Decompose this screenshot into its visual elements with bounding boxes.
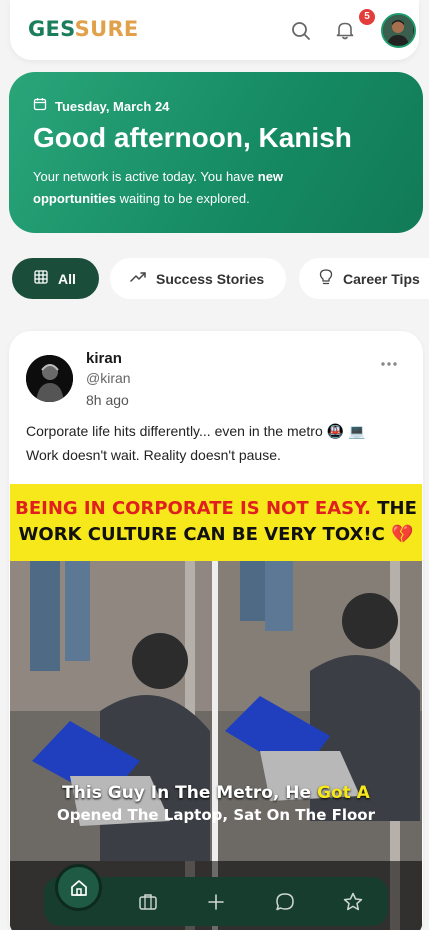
post-author-name[interactable]: kiran (86, 350, 122, 367)
banner-red-text: BEING IN CORPORATE IS NOT EASY. (15, 498, 371, 519)
filter-chip-career-tips[interactable]: Career Tips (299, 258, 429, 299)
filter-chips: All Success Stories Career Tips (12, 258, 429, 299)
chat-icon[interactable] (274, 891, 296, 913)
home-icon[interactable] (55, 864, 102, 911)
logo-part-2: SURE (74, 17, 139, 41)
greeting-card: Tuesday, March 24 Good afternoon, Kanish… (9, 72, 423, 233)
post-text-line: Corporate life hits differently... even … (26, 423, 366, 439)
filter-chip-success-stories[interactable]: Success Stories (110, 258, 286, 299)
post-card: kiran @kiran 8h ago Corporate life hits … (9, 331, 423, 930)
calendar-icon (33, 97, 47, 116)
banner-black-text: THE (370, 498, 417, 519)
post-text-line: Work doesn't wait. Reality doesn't pause… (26, 447, 281, 463)
caption-yellow-text: Got A (316, 783, 370, 803)
logo-part-1: GES (28, 17, 75, 41)
search-icon[interactable] (290, 20, 312, 42)
lightbulb-icon (319, 269, 333, 288)
caption-white-text: This Guy In The Metro, He (62, 783, 317, 803)
post-text: Corporate life hits differently... even … (26, 419, 416, 467)
notification-badge: 5 (359, 9, 375, 25)
star-icon[interactable] (342, 891, 364, 913)
date-row: Tuesday, March 24 (33, 97, 169, 116)
image-caption: This Guy In The Metro, He Got A (10, 783, 422, 803)
top-header: GESSURE 5 (10, 0, 419, 60)
post-author-avatar[interactable] (26, 355, 73, 402)
grid-icon (34, 270, 48, 287)
briefcase-icon[interactable] (137, 891, 159, 913)
plus-icon[interactable] (205, 891, 227, 913)
image-banner: BEING IN CORPORATE IS NOT EASY. THE WORK… (10, 484, 422, 561)
app-logo[interactable]: GESSURE (28, 17, 139, 41)
greeting-message: Your network is active today. You have n… (33, 166, 353, 210)
bell-icon[interactable] (334, 19, 356, 41)
filter-chip-all[interactable]: All (12, 258, 99, 299)
filter-chip-label: All (58, 270, 76, 287)
post-author-handle: @kiran (86, 370, 131, 386)
current-date: Tuesday, March 24 (55, 99, 170, 114)
post-timestamp: 8h ago (86, 392, 129, 408)
greeting-title: Good afternoon, Kanish (33, 122, 352, 153)
image-caption-line-2: Opened The Laptop, Sat On The Floor (56, 806, 375, 824)
greeting-message-start: Your network is active today. You have (33, 169, 258, 184)
more-options-icon[interactable] (378, 357, 400, 371)
banner-line-2: WORK CULTURE CAN BE VERY TOX!C 💔 (18, 524, 414, 545)
filter-chip-label: Career Tips (343, 270, 420, 287)
greeting-message-end: waiting to be explored. (116, 191, 250, 206)
post-image[interactable]: BEING IN CORPORATE IS NOT EASY. THE WORK… (10, 484, 422, 930)
trending-up-icon (130, 270, 146, 287)
profile-avatar[interactable] (381, 13, 416, 48)
filter-chip-label: Success Stories (156, 270, 265, 287)
